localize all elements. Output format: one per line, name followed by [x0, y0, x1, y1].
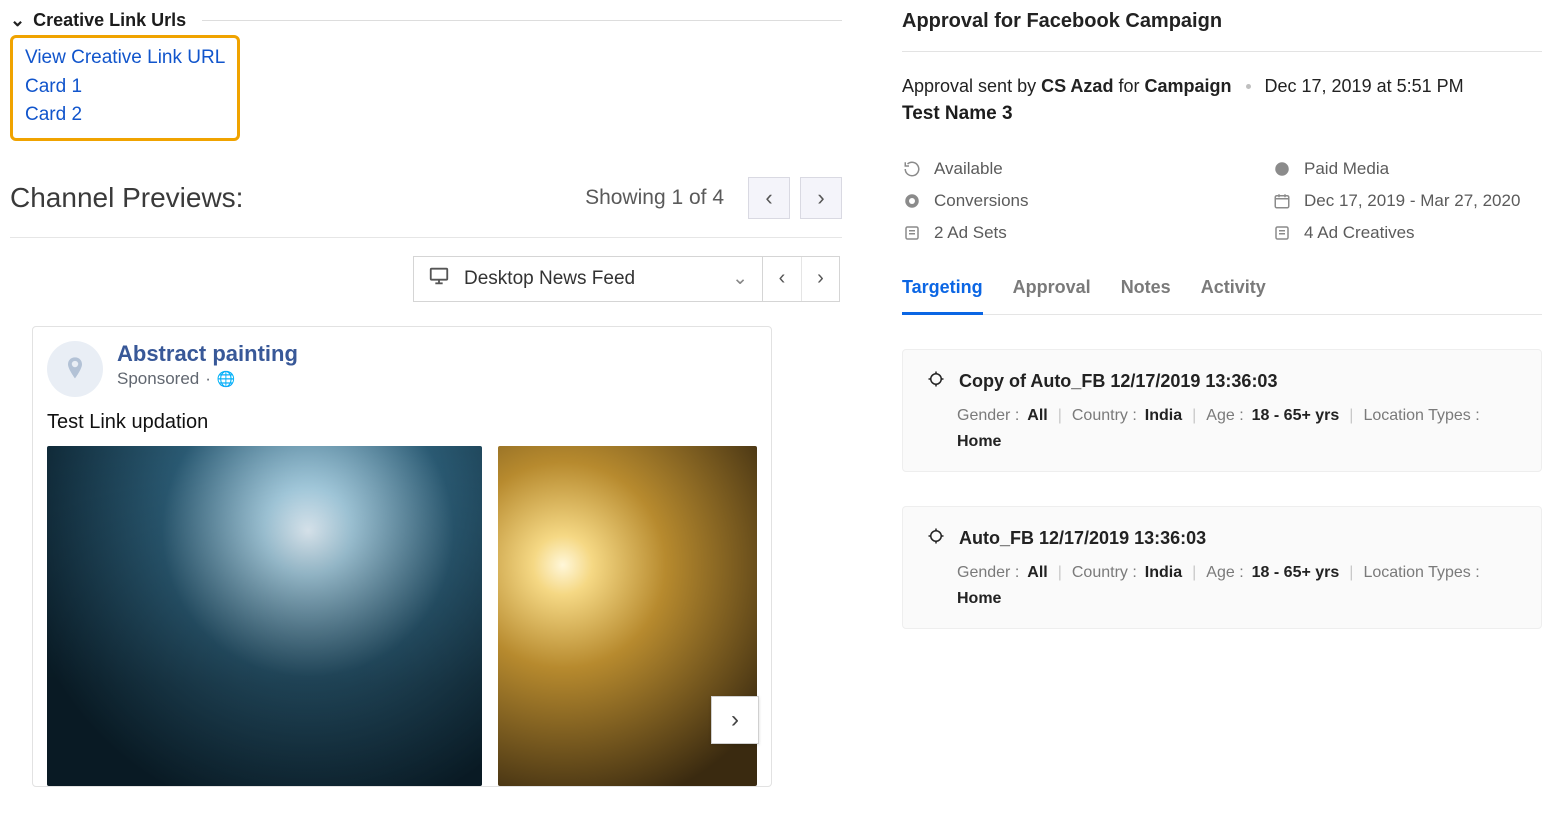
placement-pager: ‹ › [763, 256, 840, 302]
refresh-icon [902, 159, 922, 179]
divider [202, 20, 842, 21]
list-icon [902, 223, 922, 243]
carousel: › [47, 446, 757, 786]
globe-solid-icon [1272, 159, 1292, 179]
campaign-name: Test Name 3 [902, 103, 1542, 125]
creative-link-urls-title: Creative Link Urls [33, 10, 186, 31]
post-primary-text: Test Link updation [47, 411, 757, 434]
chevron-down-icon: ⌄ [732, 267, 748, 290]
globe-icon: 🌐 [217, 370, 236, 388]
creative-link-urls-header[interactable]: ⌄ Creative Link Urls [10, 10, 842, 31]
carousel-next-button[interactable]: › [711, 696, 759, 744]
targeting-card[interactable]: Copy of Auto_FB 12/17/2019 13:36:03 Gend… [902, 349, 1542, 472]
desktop-icon [428, 265, 450, 293]
targeting-name: Auto_FB 12/17/2019 13:36:03 [959, 528, 1206, 549]
placement-prev-button[interactable]: ‹ [763, 257, 801, 301]
prev-button[interactable]: ‹ [748, 177, 790, 219]
card-2-link[interactable]: Card 2 [25, 101, 225, 130]
placement-next-button[interactable]: › [801, 257, 839, 301]
approval-datetime: Dec 17, 2019 at 5:51 PM [1265, 76, 1464, 97]
tab-notes[interactable]: Notes [1121, 273, 1171, 314]
creative-links-highlight: View Creative Link URL Card 1 Card 2 [10, 35, 240, 141]
calendar-icon [1272, 191, 1292, 211]
chevron-down-icon: ⌄ [10, 10, 25, 31]
placement-select[interactable]: Desktop News Feed ⌄ [413, 256, 763, 302]
approval-tabs: Targeting Approval Notes Activity [902, 273, 1542, 315]
next-button[interactable]: › [800, 177, 842, 219]
meta-dates: Dec 17, 2019 - Mar 27, 2020 [1272, 191, 1542, 211]
tab-approval[interactable]: Approval [1013, 273, 1091, 314]
view-creative-link-url-link[interactable]: View Creative Link URL [25, 44, 225, 73]
list-icon [1272, 223, 1292, 243]
preview-pager: ‹ › [748, 177, 842, 219]
target-solid-icon [902, 191, 922, 211]
channel-previews-title: Channel Previews: [10, 182, 243, 214]
tab-targeting[interactable]: Targeting [902, 273, 983, 315]
crosshair-icon [927, 370, 945, 393]
targeting-name: Copy of Auto_FB 12/17/2019 13:36:03 [959, 371, 1277, 392]
ad-preview-card: Abstract painting Sponsored · 🌐 Test Lin… [32, 326, 772, 787]
meta-paid-media: Paid Media [1272, 159, 1542, 179]
meta-conversions: Conversions [902, 191, 1262, 211]
meta-available: Available [902, 159, 1262, 179]
approval-panel-title: Approval for Facebook Campaign [902, 10, 1542, 52]
carousel-card-1-image[interactable] [47, 446, 482, 786]
approval-sent-line: Approval sent by CS Azad for Campaign De… [902, 76, 1542, 97]
page-avatar[interactable] [47, 341, 103, 397]
showing-count: Showing 1 of 4 [585, 186, 724, 210]
dot-separator [1246, 84, 1251, 89]
approval-sender: CS Azad [1041, 76, 1113, 96]
meta-creatives: 4 Ad Creatives [1272, 223, 1542, 243]
tab-activity[interactable]: Activity [1201, 273, 1266, 314]
meta-adsets: 2 Ad Sets [902, 223, 1262, 243]
crosshair-icon [927, 527, 945, 550]
placement-select-label: Desktop News Feed [464, 268, 635, 290]
approval-entity: Campaign [1144, 76, 1231, 96]
page-name-link[interactable]: Abstract painting [117, 341, 298, 367]
card-1-link[interactable]: Card 1 [25, 73, 225, 102]
sponsored-label: Sponsored [117, 369, 199, 389]
targeting-card[interactable]: Auto_FB 12/17/2019 13:36:03 Gender : All… [902, 506, 1542, 629]
